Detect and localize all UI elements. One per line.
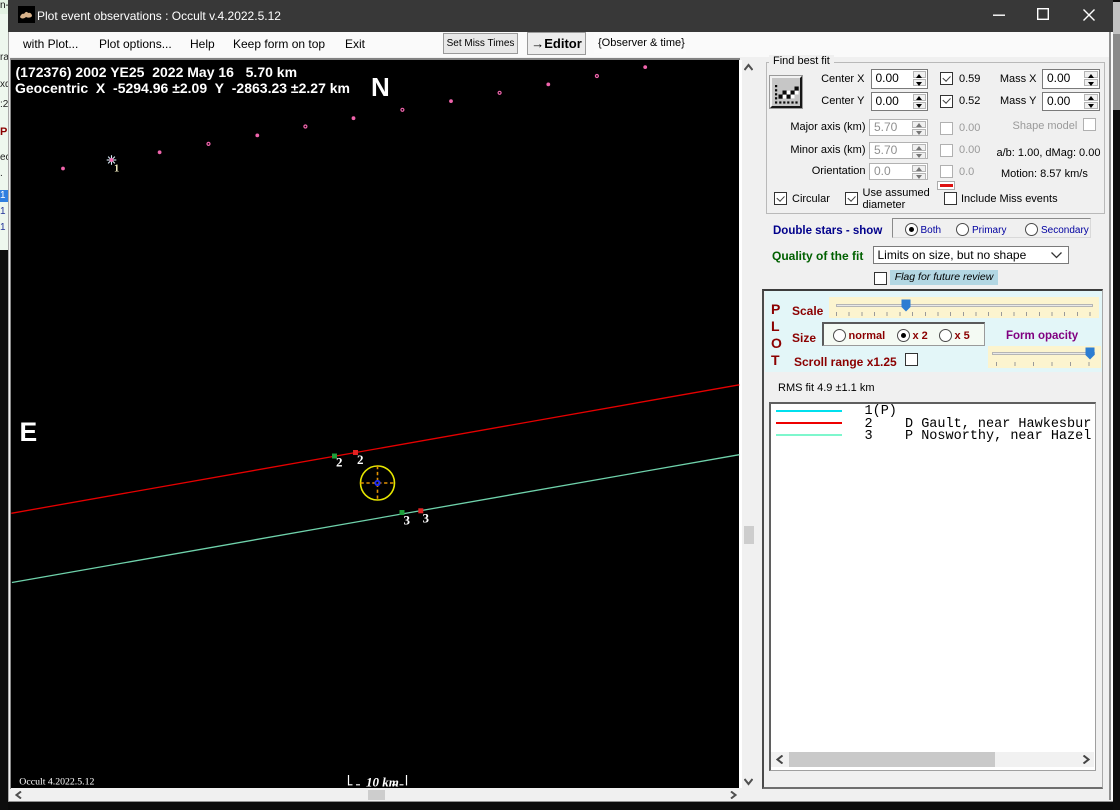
svg-text:Occult 4.2022.5.12: Occult 4.2022.5.12 [19, 776, 94, 787]
svg-text:N: N [371, 72, 390, 102]
svg-text:3: 3 [404, 512, 411, 527]
svg-text:Geocentric X -5294.96 ±2.09: Geocentric X -5294.96 ±2.09 Y -2863.23 ±… [15, 80, 350, 96]
svg-text:(172376) 2002 YE25 2022 May 1: (172376) 2002 YE25 2022 May 16 5.70 km [16, 64, 298, 80]
svg-text:10 km: 10 km [366, 774, 399, 789]
svg-text:E: E [20, 417, 38, 447]
svg-text:1: 1 [114, 163, 119, 174]
svg-text:2: 2 [357, 452, 364, 467]
svg-text:2: 2 [336, 454, 343, 469]
svg-text:3: 3 [423, 510, 430, 525]
